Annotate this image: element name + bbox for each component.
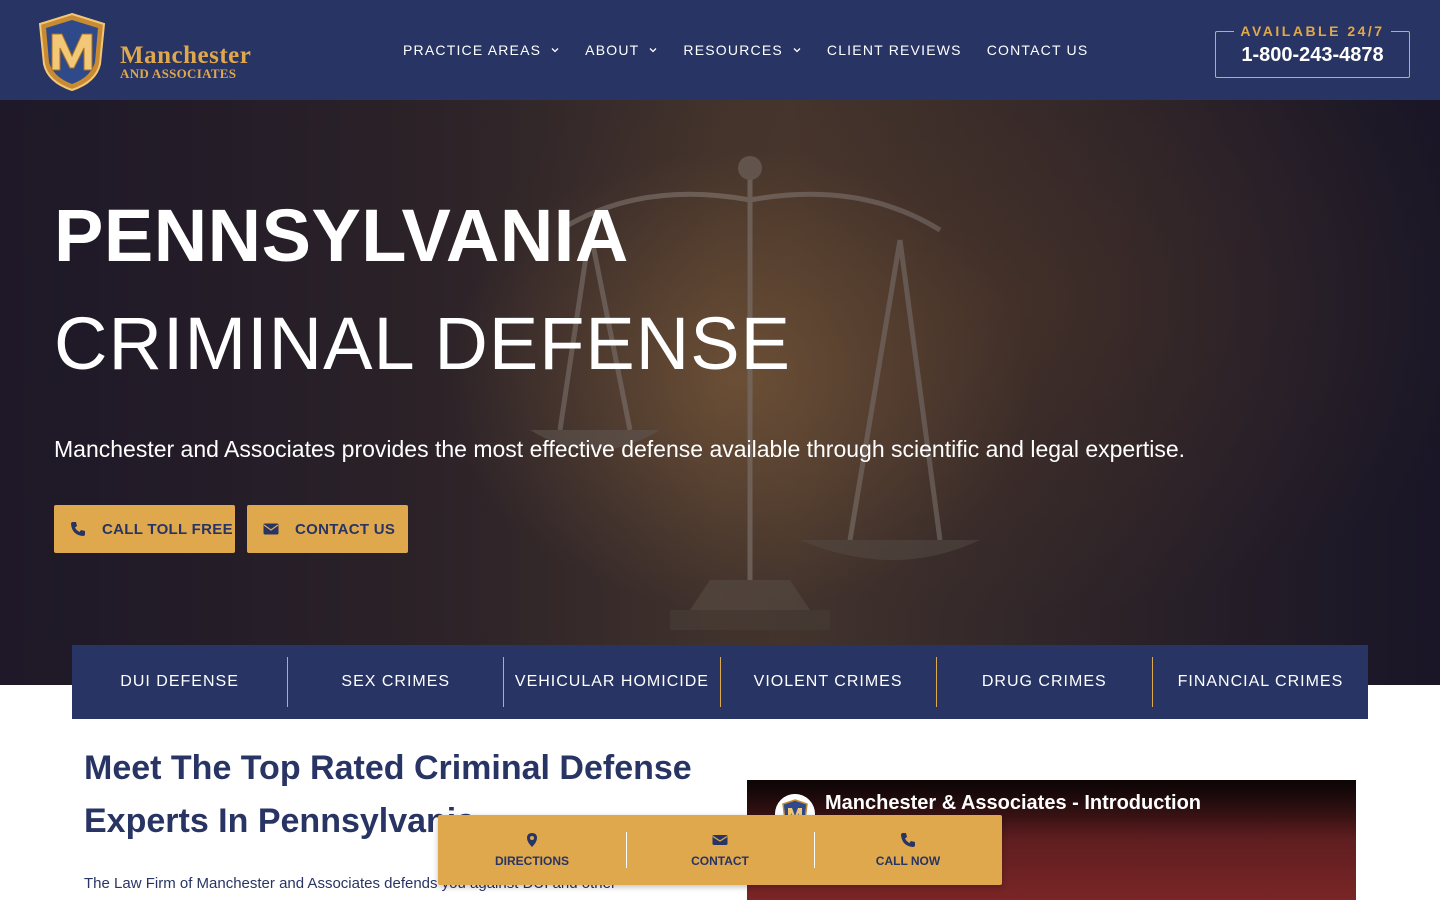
chevron-down-icon bbox=[551, 48, 559, 53]
directions-label: DIRECTIONS bbox=[494, 854, 569, 868]
header-phone-number[interactable]: 1-800-243-4878 bbox=[1215, 44, 1410, 67]
availability-label: AVAILABLE 24/7 bbox=[1215, 23, 1410, 39]
contact-label: CONTACT bbox=[691, 854, 749, 868]
nav-resources[interactable]: RESOURCES bbox=[683, 42, 801, 58]
chevron-down-icon bbox=[649, 48, 657, 53]
practice-drug-crimes[interactable]: DRUG CRIMES bbox=[937, 657, 1153, 707]
hero-title-line1: PENNSYLVANIA bbox=[54, 194, 629, 277]
video-title[interactable]: Manchester & Associates - Introduction bbox=[825, 792, 1201, 815]
logo-shield-icon bbox=[38, 12, 106, 92]
availability-text: AVAILABLE 24/7 bbox=[1234, 23, 1391, 39]
call-now-label: CALL NOW bbox=[875, 854, 941, 868]
nav-label: CLIENT REVIEWS bbox=[826, 42, 962, 58]
practice-areas-bar: DUI DEFENSE SEX CRIMES VEHICULAR HOMICID… bbox=[72, 645, 1368, 719]
nav-practice-areas[interactable]: PRACTICE AREAS bbox=[403, 42, 560, 58]
call-toll-free-button[interactable]: CALL TOLL FREE bbox=[54, 505, 235, 553]
hero-title-line2: CRIMINAL DEFENSE bbox=[54, 302, 791, 385]
nav-label: CONTACT US bbox=[986, 42, 1089, 58]
envelope-icon bbox=[263, 523, 279, 535]
envelope-icon bbox=[712, 835, 728, 845]
nav-label: PRACTICE AREAS bbox=[403, 42, 542, 58]
floating-action-bar: DIRECTIONS CONTACT CALL NOW bbox=[438, 815, 1002, 885]
nav-label: ABOUT bbox=[585, 42, 640, 58]
practice-sex-crimes[interactable]: SEX CRIMES bbox=[288, 657, 505, 707]
logo[interactable]: Manchester AND ASSOCIATES bbox=[36, 12, 286, 92]
contact-us-button[interactable]: CONTACT US bbox=[247, 505, 408, 553]
hero-section: PENNSYLVANIA CRIMINAL DEFENSE Manchester… bbox=[0, 100, 1440, 685]
practice-financial-crimes[interactable]: FINANCIAL CRIMES bbox=[1153, 657, 1368, 707]
nav-about[interactable]: ABOUT bbox=[585, 42, 658, 58]
directions-button[interactable]: DIRECTIONS bbox=[438, 815, 626, 885]
nav-contact-us[interactable]: CONTACT US bbox=[987, 42, 1089, 58]
main-nav: PRACTICE AREAS ABOUT RESOURCES CLIENT RE… bbox=[403, 40, 1113, 60]
map-pin-icon bbox=[527, 833, 537, 847]
nav-client-reviews[interactable]: CLIENT REVIEWS bbox=[827, 42, 962, 58]
practice-violent-crimes[interactable]: VIOLENT CRIMES bbox=[721, 657, 937, 707]
practice-vehicular-homicide[interactable]: VEHICULAR HOMICIDE bbox=[504, 657, 721, 707]
logo-subtitle: AND ASSOCIATES bbox=[120, 66, 237, 81]
practice-dui-defense[interactable]: DUI DEFENSE bbox=[72, 657, 289, 707]
phone-icon bbox=[71, 522, 85, 536]
site-header: Manchester AND ASSOCIATES PRACTICE AREAS… bbox=[0, 0, 1440, 100]
hero-subtitle: Manchester and Associates provides the m… bbox=[54, 436, 1186, 462]
phone-icon bbox=[901, 833, 915, 847]
hero-overlay bbox=[0, 100, 1440, 685]
call-toll-free-label: CALL TOLL FREE bbox=[102, 520, 233, 538]
contact-button[interactable]: CONTACT bbox=[626, 815, 814, 885]
contact-us-label: CONTACT US bbox=[295, 520, 396, 538]
chevron-down-icon bbox=[793, 48, 801, 53]
call-now-button[interactable]: CALL NOW bbox=[814, 815, 1002, 885]
nav-label: RESOURCES bbox=[683, 42, 783, 58]
